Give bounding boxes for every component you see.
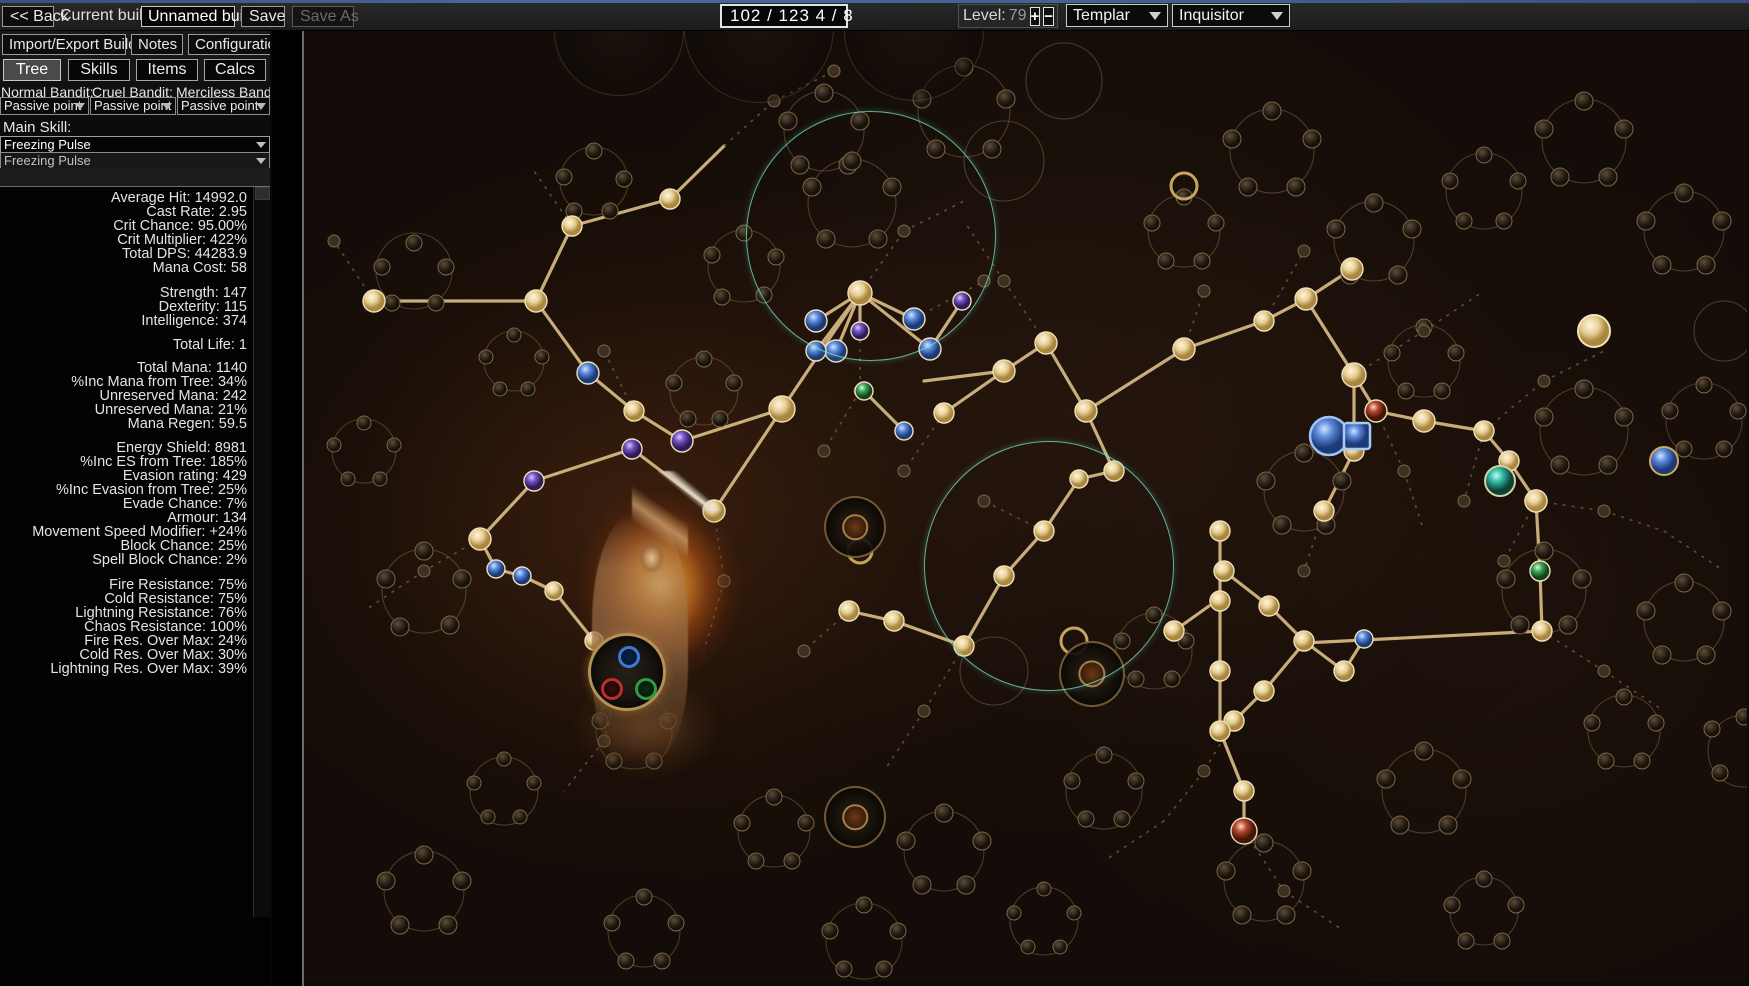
main-skill-part-dropdown[interactable]: Freezing Pulse: [0, 152, 270, 169]
chevron-down-icon: [1149, 12, 1161, 20]
chevron-down-icon: [75, 103, 85, 110]
class-dropdown[interactable]: Templar: [1066, 4, 1168, 27]
mastery-core-icon: [842, 514, 868, 540]
import-export-build-button[interactable]: Import/Export Build: [2, 34, 137, 55]
save-button[interactable]: Save: [241, 6, 285, 27]
stats-panel: Average Hit: 14992.0 Cast Rate: 2.95 Cri…: [0, 187, 253, 917]
merciless-bandit-value: Passive point: [181, 98, 259, 113]
passive-skill-tree-viewport[interactable]: [304, 31, 1749, 986]
stat-mana-regen: Mana Regen: 59.5: [127, 416, 247, 432]
class-dropdown-value: Templar: [1073, 7, 1130, 24]
configuration-button[interactable]: Configuration: [188, 34, 284, 55]
tab-items[interactable]: Items: [136, 59, 198, 81]
main-skill-label: Main Skill:: [3, 119, 72, 136]
notes-button[interactable]: Notes: [131, 34, 183, 55]
left-panel-footer: [0, 917, 270, 986]
back-button[interactable]: << Back: [2, 6, 69, 27]
main-skill-value: Freezing Pulse: [4, 137, 91, 152]
cruel-bandit-value: Passive point: [94, 98, 172, 113]
tab-tree[interactable]: Tree: [3, 59, 61, 81]
main-skill-part-value: Freezing Pulse: [4, 153, 91, 168]
stat-mana-cost: Mana Cost: 58: [152, 260, 247, 276]
cruel-bandit-dropdown[interactable]: Passive point: [90, 97, 176, 115]
jewel-radius-circle-lower: [924, 441, 1174, 691]
mastery-node-left[interactable]: [824, 496, 886, 558]
build-name-input[interactable]: Unnamed build: [141, 6, 256, 27]
chevron-down-icon: [256, 103, 266, 110]
tree-bottom-edge: [304, 982, 1749, 986]
level-decrement-button[interactable]: −: [1043, 6, 1055, 26]
ascendancy-dropdown[interactable]: Inquisitor: [1172, 4, 1290, 27]
title-accent-bar: [0, 0, 1749, 3]
jewel-radius-circle-upper: [746, 111, 996, 361]
level-control[interactable]: Level: 79 + −: [958, 4, 1058, 28]
chevron-down-icon: [256, 158, 266, 164]
merciless-bandit-dropdown[interactable]: Passive point: [177, 97, 270, 115]
stat-total-life: Total Life: 1: [172, 337, 247, 353]
chevron-down-icon: [162, 103, 172, 110]
level-increment-button[interactable]: +: [1029, 6, 1041, 26]
stat-spell-block-chance: Spell Block Chance: 2%: [92, 552, 247, 568]
ascendancy-dropdown-value: Inquisitor: [1179, 7, 1244, 24]
application-window: << Back Current build: Unnamed build Sav…: [0, 0, 1749, 986]
normal-bandit-value: Passive point: [4, 98, 82, 113]
tab-skills[interactable]: Skills: [68, 59, 130, 81]
stats-scrollbar[interactable]: [253, 187, 270, 917]
normal-bandit-dropdown[interactable]: Passive point: [0, 97, 89, 115]
top-toolbar: << Back Current build: Unnamed build Sav…: [0, 0, 1749, 31]
passive-points-display: 102 / 123 4 / 8: [720, 4, 853, 28]
stats-scrollbar-thumb[interactable]: [255, 187, 270, 200]
mastery-core-icon: [842, 804, 868, 830]
chevron-down-icon: [256, 142, 266, 148]
chevron-down-icon: [1271, 12, 1283, 20]
main-skill-dropdown[interactable]: Freezing Pulse: [0, 136, 270, 153]
save-as-button: Save As: [292, 6, 359, 27]
stats-header-strip: [0, 168, 270, 186]
stat-intelligence: Intelligence: 374: [141, 313, 247, 329]
stat-lightning-res-over-max: Lightning Res. Over Max: 39%: [50, 661, 247, 677]
mastery-node-bottom[interactable]: [824, 786, 886, 848]
panel-gap: [272, 31, 302, 986]
tab-calcs[interactable]: Calcs: [204, 59, 266, 81]
level-label: Level:: [963, 7, 1006, 24]
level-value: 79: [1008, 7, 1027, 24]
